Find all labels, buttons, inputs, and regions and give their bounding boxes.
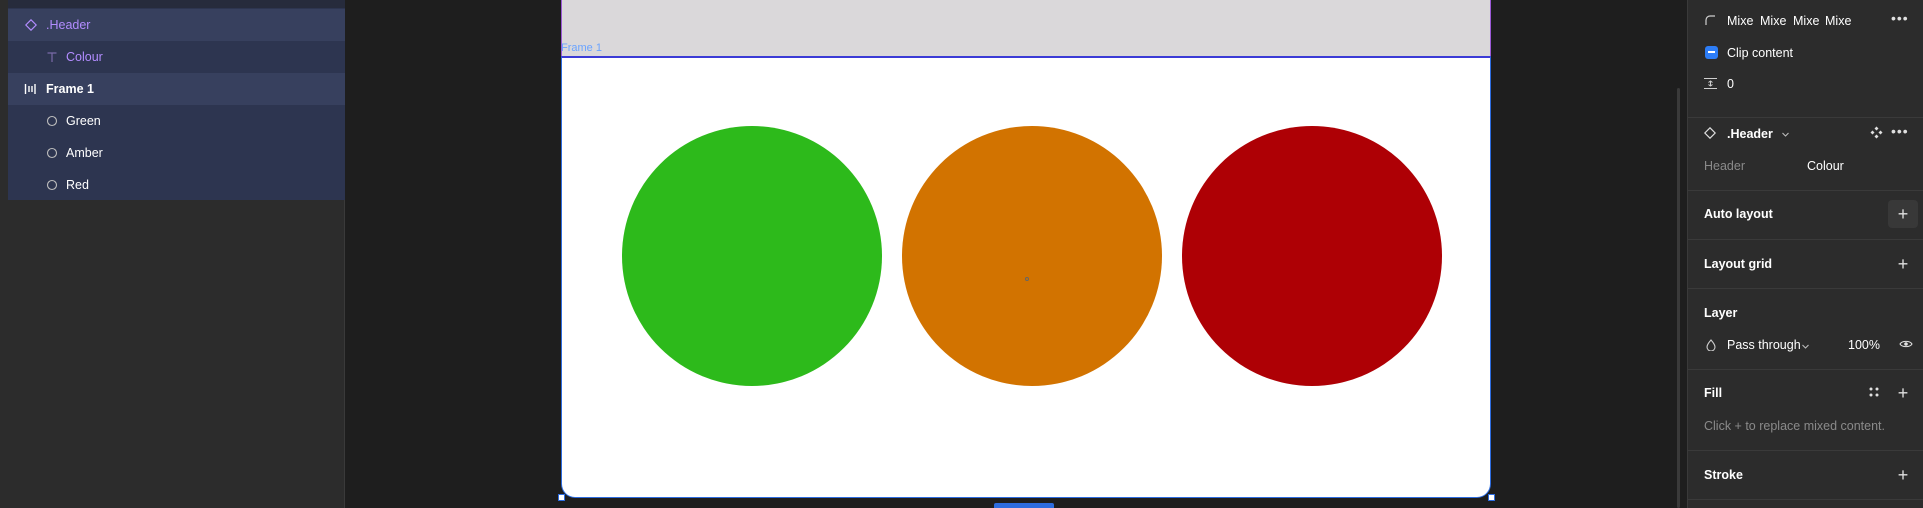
header-frame[interactable] bbox=[561, 0, 1491, 56]
blend-mode-icon bbox=[1706, 339, 1716, 354]
layer-title: Layer bbox=[1704, 306, 1738, 320]
auto-layout-title: Auto layout bbox=[1704, 207, 1773, 221]
more-options-icon[interactable]: ••• bbox=[1891, 123, 1909, 139]
divider bbox=[1688, 450, 1923, 451]
circle-green[interactable] bbox=[622, 126, 882, 386]
variant-property-name: Header bbox=[1704, 159, 1745, 173]
ellipse-icon bbox=[44, 145, 60, 161]
ellipse-icon bbox=[44, 177, 60, 193]
layer-label: Green bbox=[66, 114, 101, 128]
styles-grid-icon[interactable] bbox=[1868, 386, 1880, 401]
variant-property-value[interactable]: Colour bbox=[1807, 159, 1844, 173]
fill-hint: Click + to replace mixed content. bbox=[1704, 419, 1885, 433]
opacity-value[interactable]: 100% bbox=[1848, 338, 1880, 352]
layer-colour[interactable]: Colour bbox=[8, 41, 345, 73]
blend-mode-select[interactable]: Pass through bbox=[1727, 338, 1801, 352]
add-fill-button[interactable]: + bbox=[1895, 384, 1911, 402]
layer-red[interactable]: Red bbox=[8, 169, 345, 201]
vertical-scrollbar[interactable] bbox=[1677, 88, 1680, 508]
clip-content-checkbox[interactable] bbox=[1705, 46, 1718, 59]
fill-title: Fill bbox=[1704, 386, 1723, 400]
resize-handle-bottom-right[interactable] bbox=[1488, 494, 1495, 501]
layer-label: Amber bbox=[66, 146, 103, 160]
component-name[interactable]: .Header bbox=[1727, 127, 1773, 141]
add-stroke-button[interactable]: + bbox=[1895, 466, 1911, 484]
corner-radius-icon bbox=[1705, 14, 1716, 29]
plus-icon: + bbox=[1897, 204, 1909, 224]
divider bbox=[1688, 288, 1923, 289]
layers-panel: .Header Colour Frame 1 Green Amber Red bbox=[0, 0, 345, 508]
text-icon bbox=[44, 49, 60, 65]
component-icon bbox=[23, 17, 39, 33]
radius-bottom-left[interactable]: Mixe bbox=[1825, 14, 1851, 28]
circle-red[interactable] bbox=[1182, 126, 1442, 386]
spacing-value[interactable]: 0 bbox=[1727, 77, 1734, 91]
layer-amber[interactable]: Amber bbox=[8, 137, 345, 169]
circle-amber[interactable] bbox=[902, 126, 1162, 386]
layer-top-strip bbox=[8, 0, 345, 8]
frame-1[interactable] bbox=[561, 56, 1491, 498]
clip-content-label: Clip content bbox=[1727, 46, 1794, 60]
auto-layout-frame-icon bbox=[22, 81, 38, 97]
divider bbox=[1688, 499, 1923, 500]
layout-grid-title: Layout grid bbox=[1704, 257, 1773, 271]
center-marker bbox=[1025, 277, 1029, 281]
layer-label: Frame 1 bbox=[46, 82, 94, 96]
divider bbox=[1688, 239, 1923, 240]
canvas[interactable]: Frame 1 bbox=[345, 0, 1687, 508]
component-icon bbox=[1703, 126, 1717, 142]
layer-label: .Header bbox=[46, 18, 91, 32]
radius-top-left[interactable]: Mixe bbox=[1727, 14, 1753, 28]
layer-green[interactable]: Green bbox=[8, 105, 345, 137]
layer-frame-1[interactable]: Frame 1 bbox=[8, 73, 345, 105]
divider bbox=[1688, 117, 1923, 118]
properties-panel: Mixe Mixe Mixe Mixe ••• Clip content 0 .… bbox=[1687, 0, 1923, 508]
radius-top-right[interactable]: Mixe bbox=[1760, 14, 1786, 28]
frame-label[interactable]: Frame 1 bbox=[561, 42, 602, 54]
radius-bottom-right[interactable]: Mixe bbox=[1793, 14, 1819, 28]
divider bbox=[1688, 369, 1923, 370]
go-to-main-component-icon[interactable] bbox=[1870, 126, 1883, 142]
more-options-icon[interactable]: ••• bbox=[1891, 10, 1909, 26]
layer-label: Red bbox=[66, 178, 89, 192]
chevron-down-icon[interactable] bbox=[1781, 127, 1790, 142]
add-layout-grid-button[interactable]: + bbox=[1895, 255, 1911, 273]
ellipse-icon bbox=[44, 113, 60, 129]
add-auto-layout-button[interactable]: + bbox=[1888, 200, 1918, 228]
stroke-title: Stroke bbox=[1704, 468, 1743, 482]
layer-header[interactable]: .Header bbox=[8, 9, 345, 41]
spacing-icon bbox=[1704, 77, 1717, 92]
resize-handle-bottom-left[interactable] bbox=[558, 494, 565, 501]
layer-label: Colour bbox=[66, 50, 103, 64]
frame-size-indicator bbox=[994, 503, 1054, 508]
chevron-down-icon[interactable] bbox=[1801, 339, 1810, 354]
divider bbox=[1688, 190, 1923, 191]
eye-icon[interactable] bbox=[1899, 338, 1913, 353]
